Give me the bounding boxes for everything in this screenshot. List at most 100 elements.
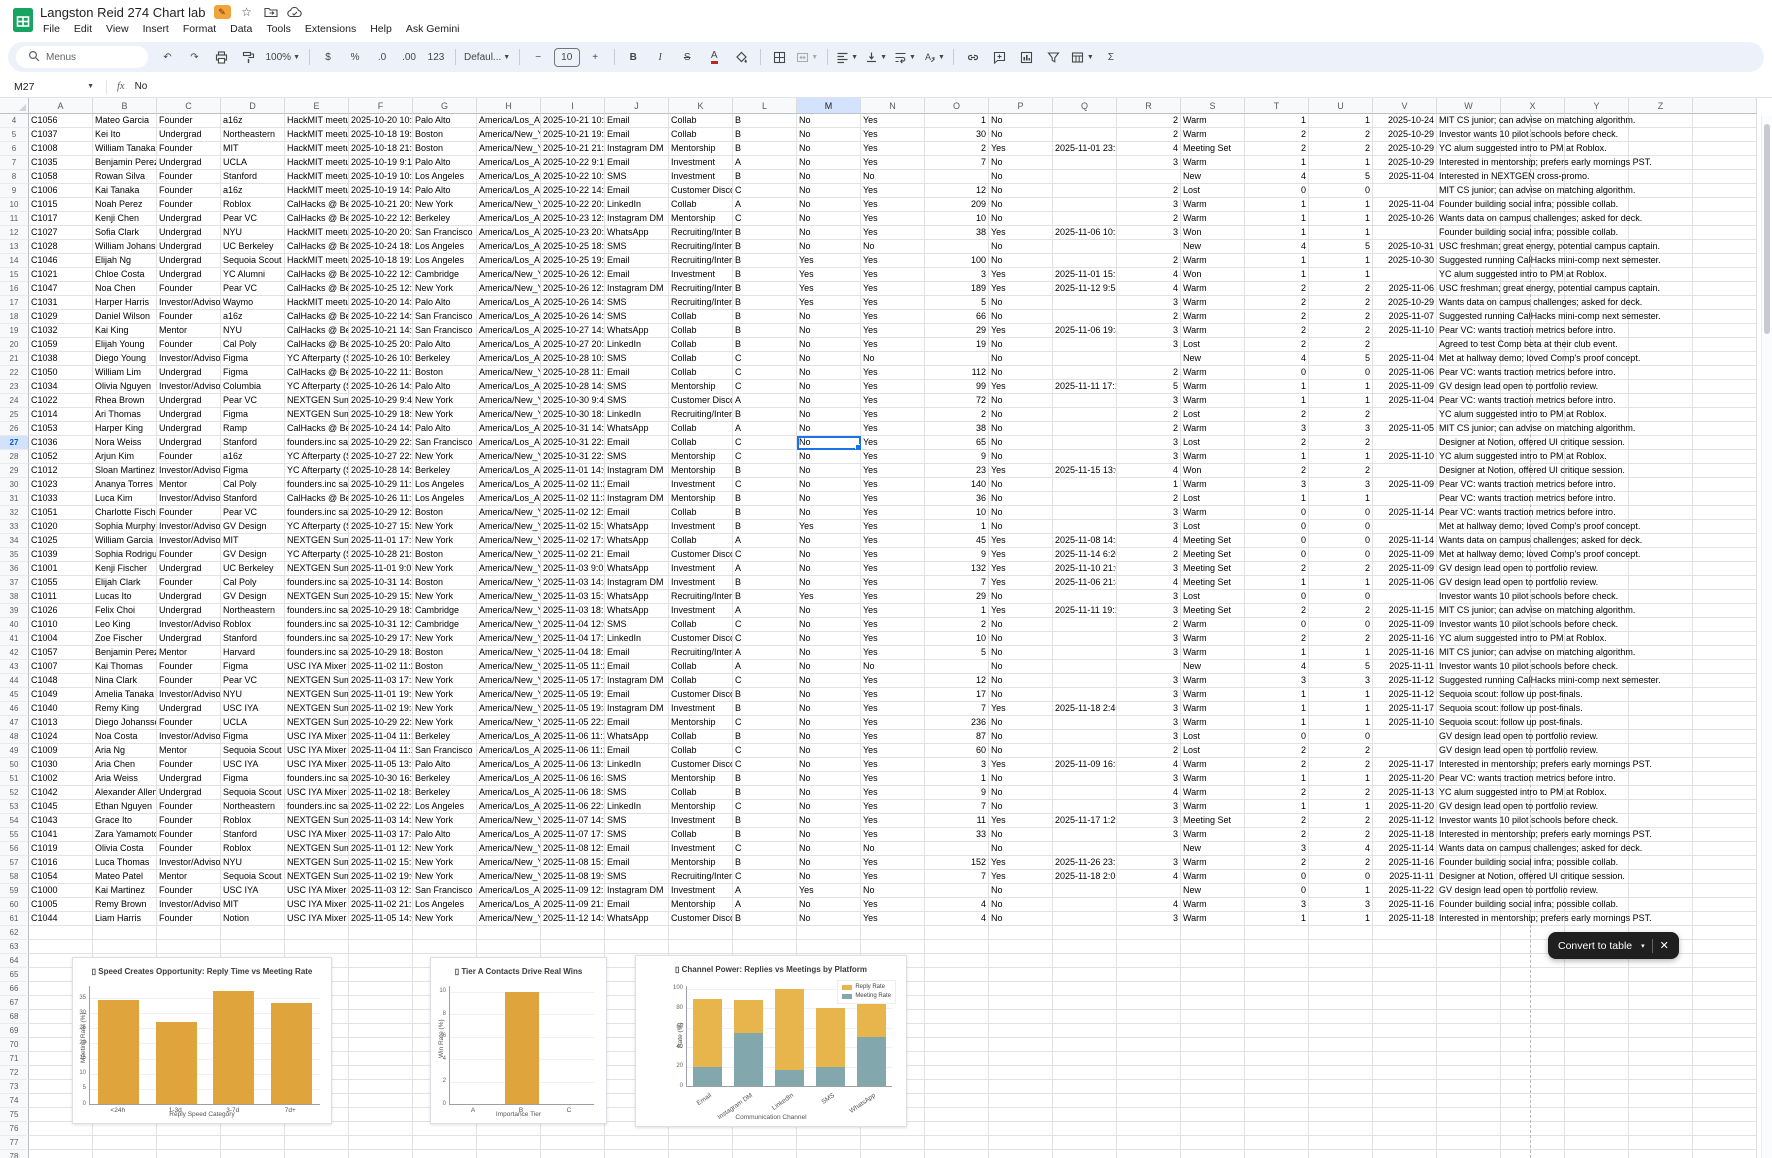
cell[interactable]: 0 xyxy=(1245,884,1309,898)
cell[interactable]: Warm xyxy=(1181,366,1245,380)
cell[interactable]: No xyxy=(989,436,1053,450)
cell[interactable]: Investor/Advisor xyxy=(157,296,221,310)
cell[interactable]: 2025-10-29 18:1 xyxy=(349,604,413,618)
cell[interactable]: No xyxy=(989,492,1053,506)
cell[interactable] xyxy=(1629,142,1693,156)
cell[interactable] xyxy=(1501,1080,1565,1094)
cell[interactable]: America/New_Y xyxy=(477,366,541,380)
cell[interactable]: C1013 xyxy=(29,716,93,730)
cell[interactable]: No xyxy=(797,450,861,464)
cell[interactable]: Yes xyxy=(861,394,925,408)
cell[interactable]: 2025-11-04 11:1 xyxy=(349,730,413,744)
cell[interactable]: 5 xyxy=(1309,660,1373,674)
cell[interactable]: New York xyxy=(413,282,477,296)
cell[interactable]: C1029 xyxy=(29,310,93,324)
cell[interactable]: NEXTGEN Sum xyxy=(285,688,349,702)
cell[interactable]: Lost xyxy=(1181,184,1245,198)
cell[interactable]: Investment xyxy=(669,170,733,184)
cell[interactable]: America/Los_An xyxy=(477,478,541,492)
cell[interactable] xyxy=(413,926,477,940)
cell[interactable] xyxy=(1437,1080,1501,1094)
row-header-39[interactable]: 39 xyxy=(0,604,29,618)
cell[interactable]: USC IYA Mixer ( xyxy=(285,758,349,772)
cell[interactable]: 2025-10-22 14:1 xyxy=(541,184,605,198)
cell[interactable] xyxy=(925,1150,989,1158)
cell[interactable] xyxy=(1053,436,1117,450)
cell[interactable]: 2025-11-26 23:1 xyxy=(1053,856,1117,870)
cell[interactable]: No xyxy=(861,170,925,184)
cell[interactable] xyxy=(1181,1122,1245,1136)
row-header-76[interactable]: 76 xyxy=(0,1122,29,1136)
cell[interactable] xyxy=(1565,968,1629,982)
cell[interactable]: 4 xyxy=(1117,870,1181,884)
cell[interactable] xyxy=(1693,212,1757,226)
cell[interactable]: 2025-10-22 14:1 xyxy=(349,310,413,324)
cell[interactable]: Met at hallway demo; loved Comp's proof … xyxy=(1437,520,1501,534)
cell[interactable] xyxy=(1565,982,1629,996)
cell[interactable]: Yes xyxy=(861,464,925,478)
cell[interactable] xyxy=(797,926,861,940)
cell[interactable]: 2 xyxy=(1309,408,1373,422)
cell[interactable] xyxy=(93,926,157,940)
cell[interactable] xyxy=(1053,828,1117,842)
cell[interactable]: 2025-11-11 17:1 xyxy=(1053,380,1117,394)
cell[interactable]: YC alum suggested intro to PM at Roblox. xyxy=(1437,786,1501,800)
cell[interactable]: Warm xyxy=(1181,632,1245,646)
cell[interactable] xyxy=(1437,926,1501,940)
cell[interactable]: C1010 xyxy=(29,618,93,632)
cell[interactable] xyxy=(1693,954,1757,968)
cell[interactable] xyxy=(1693,1010,1757,1024)
cell[interactable]: Figma xyxy=(221,772,285,786)
cell[interactable] xyxy=(1693,632,1757,646)
cell[interactable] xyxy=(349,940,413,954)
cell[interactable]: A xyxy=(733,646,797,660)
cell[interactable] xyxy=(1373,744,1437,758)
cell[interactable]: 2 xyxy=(1117,492,1181,506)
cell[interactable]: No xyxy=(989,674,1053,688)
cell[interactable] xyxy=(1373,968,1437,982)
cell[interactable]: 1 xyxy=(1245,380,1309,394)
cell[interactable]: 2025-11-07 17:1 xyxy=(541,828,605,842)
cell[interactable] xyxy=(1309,1108,1373,1122)
cell[interactable] xyxy=(1053,1094,1117,1108)
cell[interactable]: GV design lead open to portfolio review. xyxy=(1437,884,1501,898)
cell[interactable] xyxy=(1117,1024,1181,1038)
cell[interactable]: C xyxy=(733,212,797,226)
column-header-P[interactable]: P xyxy=(989,98,1053,114)
cell[interactable]: 3 xyxy=(1117,324,1181,338)
cell[interactable] xyxy=(1053,478,1117,492)
cell[interactable]: 2 xyxy=(1309,128,1373,142)
cell[interactable] xyxy=(989,1024,1053,1038)
cell[interactable] xyxy=(1053,744,1117,758)
cell[interactable]: 3 xyxy=(1117,814,1181,828)
cell[interactable]: A xyxy=(733,604,797,618)
cell[interactable]: C xyxy=(733,380,797,394)
cell[interactable]: 11 xyxy=(925,814,989,828)
cell[interactable]: New York xyxy=(413,856,477,870)
cell[interactable]: Figma xyxy=(221,464,285,478)
cell[interactable]: Boston xyxy=(413,128,477,142)
cell[interactable]: Berkeley xyxy=(413,352,477,366)
table-views-icon[interactable]: ▼ xyxy=(1069,46,1096,68)
cell[interactable]: C xyxy=(733,184,797,198)
cell[interactable]: Boston xyxy=(413,366,477,380)
row-header-29[interactable]: 29 xyxy=(0,464,29,478)
cell[interactable]: 1 xyxy=(1245,156,1309,170)
cell[interactable]: America/New_Y xyxy=(477,842,541,856)
cell[interactable]: NEXTGEN Sum xyxy=(285,674,349,688)
cell[interactable]: C xyxy=(733,632,797,646)
cell[interactable] xyxy=(989,1150,1053,1158)
cell[interactable]: America/Los_An xyxy=(477,800,541,814)
cell[interactable]: Lost xyxy=(1181,590,1245,604)
cell[interactable] xyxy=(1373,1094,1437,1108)
cell[interactable] xyxy=(1501,1108,1565,1122)
cell[interactable]: 2025-10-31 22:5 xyxy=(541,450,605,464)
menu-insert[interactable]: Insert xyxy=(136,21,176,37)
cell[interactable] xyxy=(1053,772,1117,786)
cell[interactable]: Cambridge xyxy=(413,268,477,282)
cell[interactable]: Remy Brown xyxy=(93,898,157,912)
cell[interactable]: 2025-10-29 9:41 xyxy=(349,394,413,408)
cell[interactable] xyxy=(1629,450,1693,464)
cell[interactable]: Mentorship xyxy=(669,492,733,506)
cell[interactable]: 2 xyxy=(1245,338,1309,352)
